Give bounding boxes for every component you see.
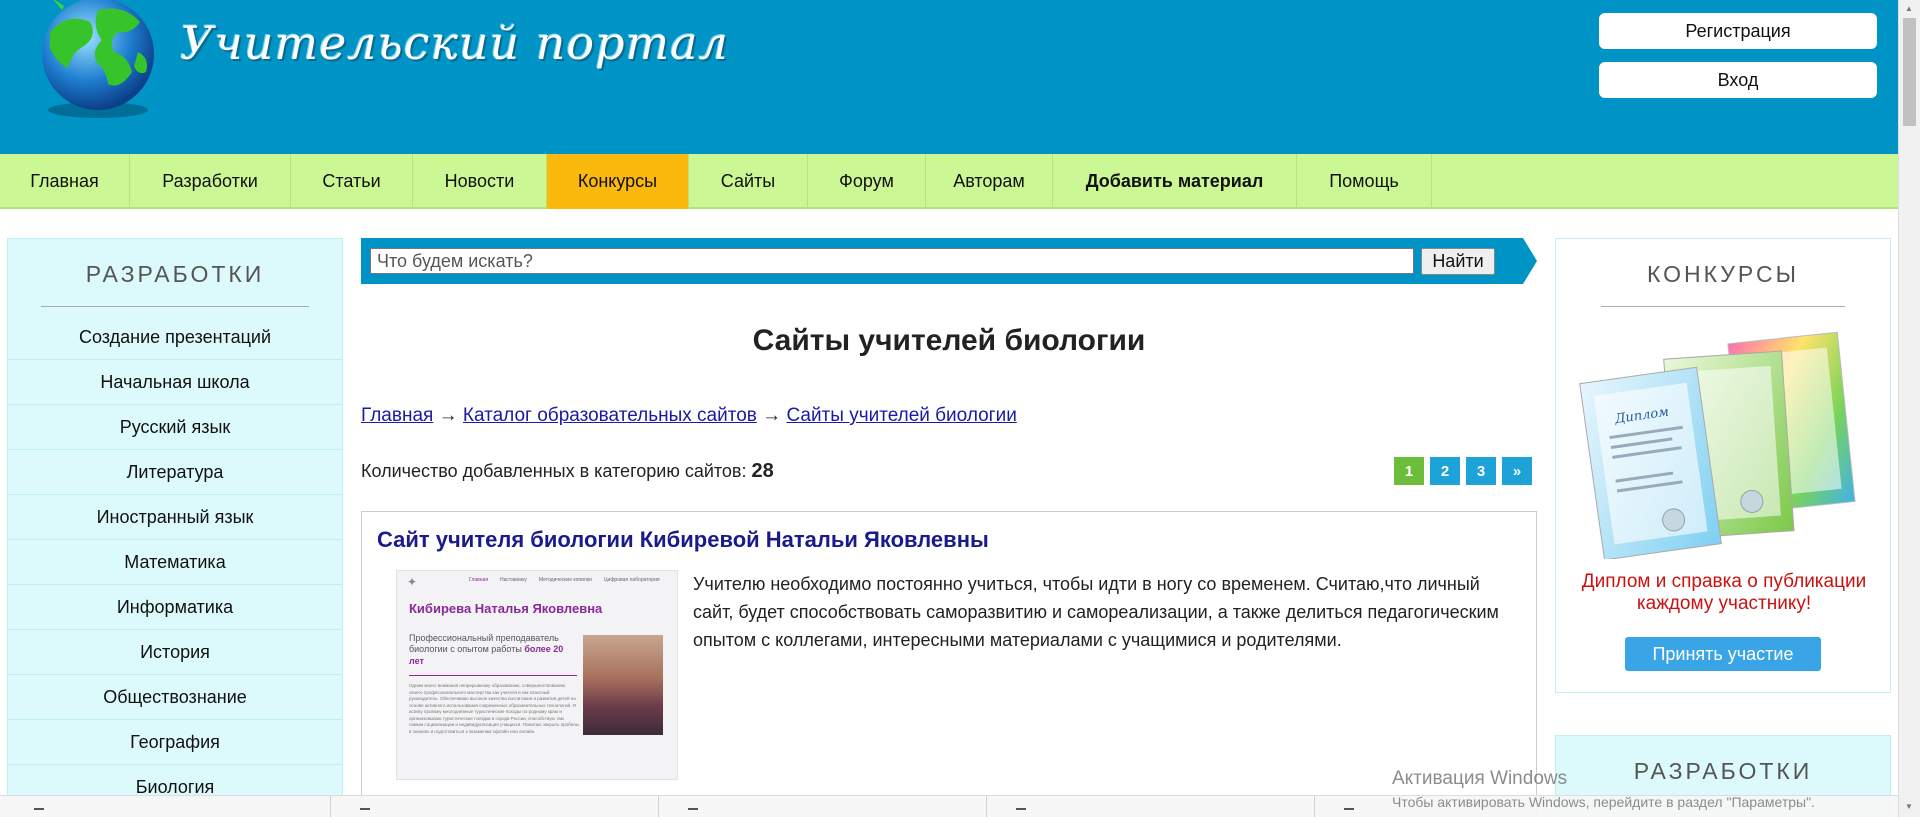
nav-item-contests[interactable]: Конкурсы [547, 154, 689, 209]
strip-divider [1314, 796, 1315, 817]
strip-marker [1344, 808, 1354, 810]
page-button-1[interactable]: 1 [1394, 457, 1424, 485]
thumbnail-nav-item: Наставнику [500, 577, 527, 583]
nav-item-news[interactable]: Новости [413, 154, 547, 209]
sidebar-item-presentations[interactable]: Создание презентаций [8, 315, 342, 360]
contests-box: КОНКУРСЫ Диплом Диплом и справка о публи… [1555, 238, 1891, 693]
sidebar-item-math[interactable]: Математика [8, 540, 342, 585]
page-scrollbar[interactable]: ▲ ▼ [1898, 0, 1920, 817]
nav-item-authors[interactable]: Авторам [926, 154, 1053, 209]
watermark-title: Активация Windows [1392, 768, 1568, 789]
thumbnail-nav-item: Цифровая лаборатория [603, 577, 660, 583]
site-card-description: Учителю необходимо постоянно учиться, чт… [693, 574, 1499, 650]
thumbnail-divider [409, 675, 577, 676]
breadcrumb-home-link[interactable]: Главная [361, 405, 433, 426]
page-button-2[interactable]: 2 [1430, 457, 1460, 485]
sidebar-item-primary-school[interactable]: Начальная школа [8, 360, 342, 405]
sidebar-list: Создание презентаций Начальная школа Рус… [8, 315, 342, 797]
sidebar-item-foreign-language[interactable]: Иностранный язык [8, 495, 342, 540]
strip-marker [360, 808, 370, 810]
breadcrumb-separator: → [438, 405, 458, 426]
nav-item-forum[interactable]: Форум [808, 154, 926, 209]
sites-count-label: Количество добавленных в категорию сайто… [361, 461, 747, 481]
thumbnail-name: Кибирева Наталья Яковлевна [409, 601, 603, 616]
nav-item-articles[interactable]: Статьи [291, 154, 413, 209]
scroll-thumb[interactable] [1903, 18, 1916, 126]
sidebar-item-informatics[interactable]: Информатика [8, 585, 342, 630]
promo-text: Диплом и справка о публикации каждому уч… [1581, 571, 1867, 614]
windows-activation-watermark: Активация Windows Чтобы активировать Win… [1392, 768, 1815, 810]
sidebar-divider [41, 306, 309, 307]
sidebar-title: РАЗРАБОТКИ [85, 261, 265, 287]
sites-count-value: 28 [751, 460, 774, 482]
breadcrumb-catalog-link[interactable]: Каталог образовательных сайтов [463, 405, 757, 426]
strip-divider [986, 796, 987, 817]
sidebar-item-literature[interactable]: Литература [8, 450, 342, 495]
strip-divider [658, 796, 659, 817]
site-card-title-link[interactable]: Сайт учителя биологии Кибиревой Натальи … [377, 527, 989, 553]
contests-title: КОНКУРСЫ [1647, 261, 1799, 287]
main-navigation: Главная Разработки Статьи Новости Конкур… [0, 154, 1898, 209]
site-card: Сайт учителя биологии Кибиревой Натальи … [361, 511, 1537, 817]
nav-item-sites[interactable]: Сайты [689, 154, 808, 209]
page-next-button[interactable]: » [1502, 457, 1532, 485]
site-logo-text[interactable]: Учительский портал [180, 16, 729, 70]
nav-item-add-material[interactable]: Добавить материал [1053, 154, 1297, 209]
strip-marker [688, 808, 698, 810]
strip-marker [1016, 808, 1026, 810]
strip-marker [34, 808, 44, 810]
scroll-down-arrow-icon[interactable]: ▼ [1905, 802, 1913, 811]
thumbnail-subtitle: Профессиональный преподаватель биологии … [409, 633, 579, 667]
sidebar-item-geography[interactable]: География [8, 720, 342, 765]
login-button[interactable]: Вход [1599, 62, 1877, 98]
teacher-photo [583, 635, 663, 735]
thumbnail-nav-item: Методические копилки [538, 577, 592, 583]
sidebar-item-social-studies[interactable]: Обществознание [8, 675, 342, 720]
site-header: Учительский портал Регистрация Вход [0, 0, 1898, 154]
left-sidebar: РАЗРАБОТКИ Создание презентаций Начальна… [7, 238, 343, 798]
thumbnail-nav-item: Главная [469, 577, 489, 583]
site-thumbnail[interactable]: ✦ Главная Наставнику Методические копилк… [396, 570, 678, 780]
participate-button[interactable]: Принять участие [1625, 637, 1821, 671]
diploma-image[interactable]: Диплом [1578, 327, 1868, 559]
nav-item-help[interactable]: Помощь [1297, 154, 1432, 209]
scroll-up-arrow-icon[interactable]: ▲ [1905, 4, 1913, 13]
thumbnail-body-text: Одним моего внимания непрерывному образо… [409, 683, 579, 734]
page-title: Сайты учителей биологии [752, 324, 1146, 357]
sidebar-item-history[interactable]: История [8, 630, 342, 675]
register-button[interactable]: Регистрация [1599, 13, 1877, 49]
pagination: 1 2 3 » [1394, 457, 1532, 485]
globe-logo-icon[interactable] [28, 0, 168, 120]
strip-divider [330, 796, 331, 817]
thumbnail-nav: Главная Наставнику Методические копилки … [397, 571, 677, 589]
sidebar-item-biology[interactable]: Биология [8, 765, 342, 797]
breadcrumb-separator: → [762, 405, 782, 426]
breadcrumb: Главная → Каталог образовательных сайтов… [361, 405, 1017, 427]
nav-item-developments[interactable]: Разработки [130, 154, 291, 209]
nav-item-home[interactable]: Главная [0, 154, 130, 209]
search-button[interactable]: Найти [1421, 248, 1495, 275]
search-bar: Найти [361, 238, 1537, 284]
watermark-subtitle: Чтобы активировать Windows, перейдите в … [1392, 794, 1815, 810]
sidebar-item-russian[interactable]: Русский язык [8, 405, 342, 450]
search-input[interactable] [370, 248, 1414, 274]
sites-count: Количество добавленных в категорию сайто… [361, 460, 774, 483]
breadcrumb-current-link[interactable]: Сайты учителей биологии [786, 405, 1016, 426]
contests-divider [1601, 306, 1845, 307]
page-button-3[interactable]: 3 [1466, 457, 1496, 485]
thumbnail-subtitle-text2: с опытом работы [450, 644, 522, 655]
